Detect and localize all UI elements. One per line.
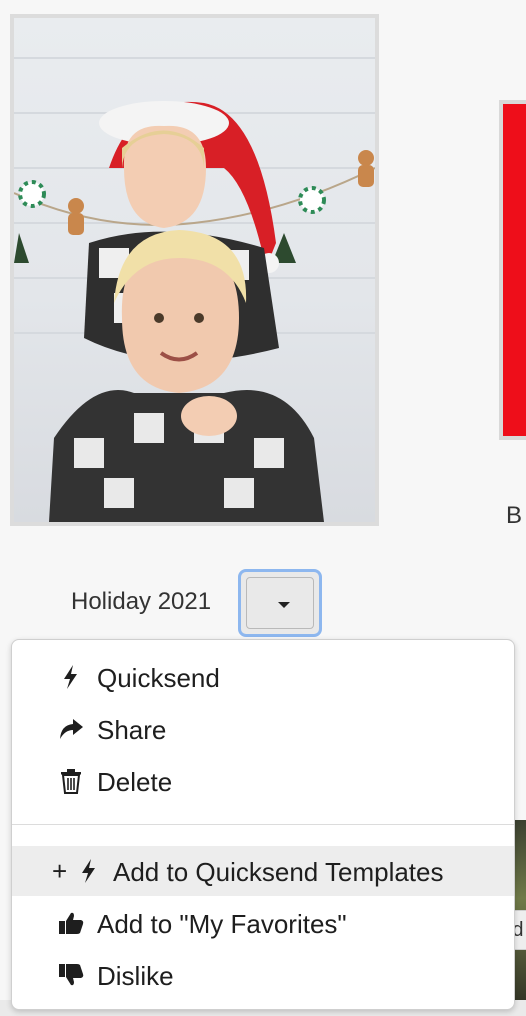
card-options-dropdown-button[interactable] [238,569,322,637]
card-options-menu: Quicksend Share Delete + Add to Quicksen… [11,639,515,1010]
holiday-photo[interactable] [14,18,375,522]
lightning-icon [64,665,77,689]
photo-illustration [14,57,375,522]
thumbs-down-icon [59,964,84,986]
thumbs-up-icon [59,912,84,934]
menu-item-quicksend[interactable]: Quicksend [12,652,514,702]
menu-divider [12,824,514,825]
menu-item-label: Add to "My Favorites" [97,909,347,939]
menu-item-label: Dislike [97,961,174,991]
photo-card[interactable] [10,14,379,526]
menu-item-label: Quicksend [97,663,220,693]
neighbor-card-image [503,104,526,436]
neighbor-card-thumbnail[interactable] [499,100,526,440]
menu-item-share[interactable]: Share [12,704,514,754]
trash-icon [61,769,81,794]
menu-item-label: Add to Quicksend Templates [113,857,444,887]
menu-item-delete[interactable]: Delete [12,756,514,806]
menu-item-add-to-favorites[interactable]: Add to "My Favorites" [12,898,514,948]
share-arrow-icon [60,719,83,739]
caret-down-icon [278,602,290,608]
menu-item-label: Share [97,715,167,745]
menu-item-add-to-quicksend-templates[interactable]: + Add to Quicksend Templates [12,846,514,896]
neighbor-caption: B [506,502,523,529]
menu-item-dislike[interactable]: Dislike [12,950,514,1000]
menu-item-label: Delete [97,767,173,797]
card-title: Holiday 2021 [71,588,212,615]
plus-glyph: + [52,856,68,886]
lightning-icon [82,859,95,883]
